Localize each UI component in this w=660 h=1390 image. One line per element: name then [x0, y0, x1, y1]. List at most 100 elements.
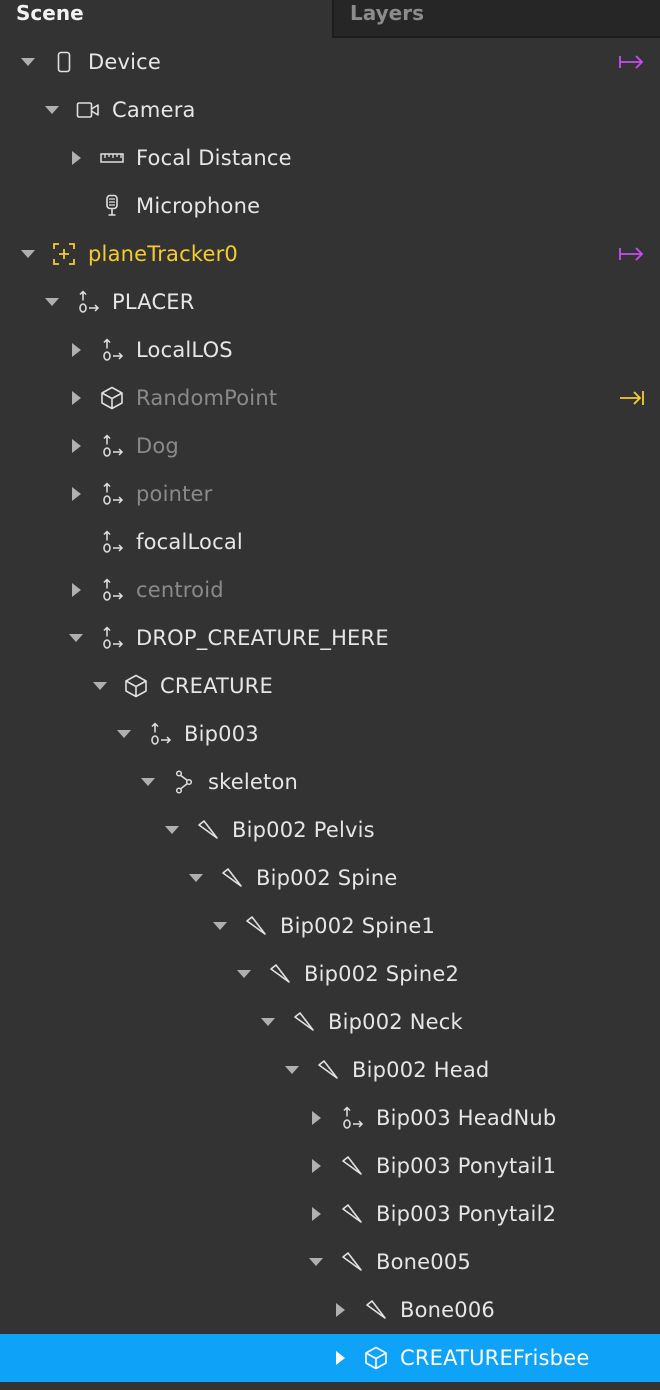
- caret-right-icon[interactable]: [332, 1350, 348, 1366]
- caret-down-icon[interactable]: [116, 726, 132, 742]
- link-purple-icon[interactable]: [618, 242, 646, 266]
- tree-row[interactable]: Bip002 Spine1: [0, 902, 660, 950]
- bone-icon: [196, 818, 220, 842]
- tree-row[interactable]: Bip002 Head: [0, 1046, 660, 1094]
- bone-icon: [340, 1250, 364, 1274]
- caret-right-icon[interactable]: [68, 486, 84, 502]
- bone-icon: [220, 866, 244, 890]
- caret-down-icon[interactable]: [260, 1014, 276, 1030]
- tree-item-label: Bip002 Spine: [256, 866, 398, 890]
- tree-row[interactable]: CREATURE: [0, 662, 660, 710]
- caret-down-icon[interactable]: [236, 966, 252, 982]
- caret-down-icon[interactable]: [164, 822, 180, 838]
- null-object-icon: [100, 338, 124, 362]
- null-object-icon: [100, 482, 124, 506]
- tree-row[interactable]: DROP_CREATURE_HERE: [0, 614, 660, 662]
- tree-item-label: Device: [88, 50, 162, 74]
- tree-item-label: Bip002 Spine2: [304, 962, 460, 986]
- caret-down-icon[interactable]: [68, 630, 84, 646]
- bone-icon: [364, 1298, 388, 1322]
- plane-tracker-icon: [52, 242, 76, 266]
- tree-item-label: centroid: [136, 578, 224, 602]
- tree-item-label: Bip003 HeadNub: [376, 1106, 557, 1130]
- tree-item-label: Bone005: [376, 1250, 471, 1274]
- tree-row[interactable]: centroid: [0, 566, 660, 614]
- device-icon: [52, 50, 76, 74]
- tree-row[interactable]: Camera: [0, 86, 660, 134]
- caret-down-icon[interactable]: [20, 246, 36, 262]
- caret-down-icon[interactable]: [44, 102, 60, 118]
- null-object-icon: [76, 290, 100, 314]
- caret-right-icon[interactable]: [68, 390, 84, 406]
- caret-down-icon[interactable]: [212, 918, 228, 934]
- tree-item-label: Bip003: [184, 722, 259, 746]
- tree-row[interactable]: CREATUREFrisbee: [0, 1334, 660, 1382]
- skeleton-icon: [172, 770, 196, 794]
- caret-right-icon[interactable]: [68, 582, 84, 598]
- tree-item-label: Dog: [136, 434, 179, 458]
- tree-item-label: Bip003 Ponytail1: [376, 1154, 557, 1178]
- tree-row[interactable]: Bip003 HeadNub: [0, 1094, 660, 1142]
- tree-item-label: CREATURE: [160, 674, 273, 698]
- caret-down-icon[interactable]: [92, 678, 108, 694]
- link-yellow-icon[interactable]: [618, 386, 646, 410]
- tree-row[interactable]: Focal Distance: [0, 134, 660, 182]
- tree-row[interactable]: planeTracker0: [0, 230, 660, 278]
- tree-row[interactable]: Bip003 Ponytail1: [0, 1142, 660, 1190]
- tree-row[interactable]: Bip002 Spine2: [0, 950, 660, 998]
- tree-row[interactable]: Microphone: [0, 182, 660, 230]
- caret-down-icon[interactable]: [140, 774, 156, 790]
- tree-row[interactable]: PLACER: [0, 278, 660, 326]
- tree-item-label: Bip002 Pelvis: [232, 818, 375, 842]
- tree-item-label: Bone006: [400, 1298, 495, 1322]
- caret-down-icon[interactable]: [308, 1254, 324, 1270]
- tree-row[interactable]: Bip002 Neck: [0, 998, 660, 1046]
- tree-row[interactable]: Bip003 Ponytail2: [0, 1190, 660, 1238]
- tree-item-label: Bip002 Head: [352, 1058, 490, 1082]
- 3d-object-icon: [124, 674, 148, 698]
- caret-down-icon[interactable]: [284, 1062, 300, 1078]
- tree-row[interactable]: focalLocal: [0, 518, 660, 566]
- bone-icon: [340, 1154, 364, 1178]
- tab-layers[interactable]: Layers: [332, 0, 660, 38]
- bone-icon: [340, 1202, 364, 1226]
- caret-down-icon[interactable]: [188, 870, 204, 886]
- ruler-icon: [100, 146, 124, 170]
- bone-icon: [244, 914, 268, 938]
- tab-scene[interactable]: Scene: [0, 0, 332, 38]
- tree-row[interactable]: Device: [0, 38, 660, 86]
- tree-item-label: Bip002 Spine1: [280, 914, 436, 938]
- tree-item-label: pointer: [136, 482, 213, 506]
- caret-right-icon[interactable]: [308, 1110, 324, 1126]
- tree-item-label: focalLocal: [136, 530, 243, 554]
- tree-row[interactable]: Bone006: [0, 1286, 660, 1334]
- microphone-icon: [100, 194, 124, 218]
- caret-right-icon[interactable]: [68, 342, 84, 358]
- caret-right-icon[interactable]: [332, 1302, 348, 1318]
- tree-item-label: CREATUREFrisbee: [400, 1346, 590, 1370]
- caret-down-icon[interactable]: [20, 54, 36, 70]
- tree-row[interactable]: Bip002 Pelvis: [0, 806, 660, 854]
- camera-icon: [76, 98, 100, 122]
- null-object-icon: [100, 434, 124, 458]
- 3d-object-icon: [364, 1346, 388, 1370]
- tree-row[interactable]: LocalLOS: [0, 326, 660, 374]
- tree-row[interactable]: pointer: [0, 470, 660, 518]
- null-object-icon: [100, 578, 124, 602]
- caret-right-icon[interactable]: [68, 438, 84, 454]
- caret-right-icon[interactable]: [68, 150, 84, 166]
- tree-row[interactable]: Bip002 Spine: [0, 854, 660, 902]
- tree-row[interactable]: skeleton: [0, 758, 660, 806]
- panel-tabs: Scene Layers: [0, 0, 660, 38]
- caret-down-icon[interactable]: [44, 294, 60, 310]
- bone-icon: [292, 1010, 316, 1034]
- tree-row[interactable]: Dog: [0, 422, 660, 470]
- null-object-icon: [340, 1106, 364, 1130]
- caret-right-icon[interactable]: [308, 1206, 324, 1222]
- caret-right-icon[interactable]: [308, 1158, 324, 1174]
- link-purple-icon[interactable]: [618, 50, 646, 74]
- tree-item-label: PLACER: [112, 290, 195, 314]
- tree-row[interactable]: Bone005: [0, 1238, 660, 1286]
- tree-row[interactable]: RandomPoint: [0, 374, 660, 422]
- tree-row[interactable]: Bip003: [0, 710, 660, 758]
